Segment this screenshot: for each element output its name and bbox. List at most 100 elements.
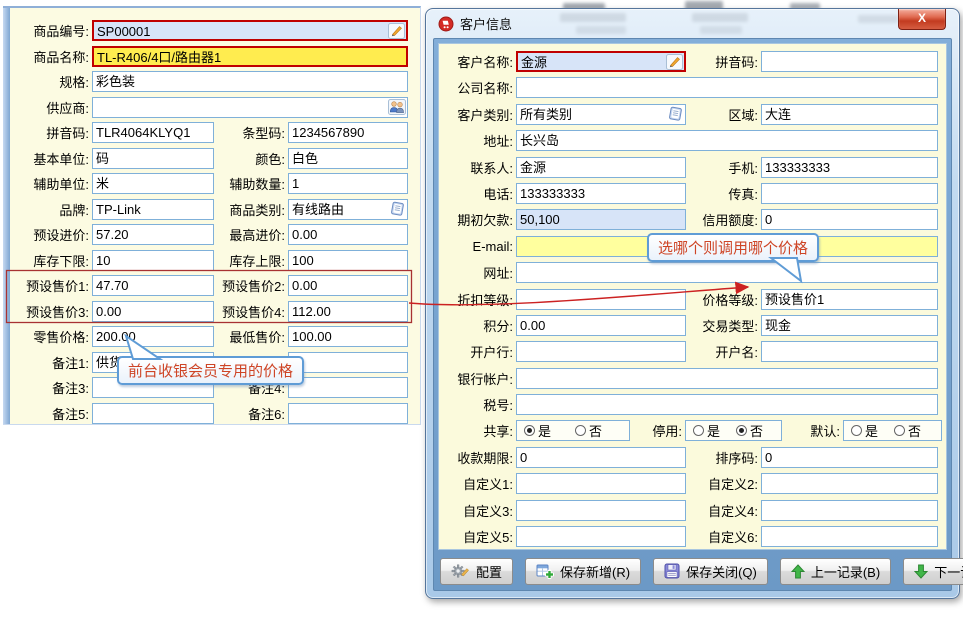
phone-field[interactable]: 133333333: [516, 183, 686, 204]
base-unit-field[interactable]: 码: [92, 148, 214, 169]
product-code-field[interactable]: SP00001: [92, 20, 408, 41]
note-2-field[interactable]: [288, 352, 408, 373]
address-label: 地址:: [441, 131, 516, 150]
preset-price-1-field[interactable]: 47.70: [92, 275, 214, 296]
form-row: 预设售价3:0.00预设售价4:112.00: [19, 301, 420, 322]
preset-price-3-field[interactable]: 0.00: [92, 301, 214, 322]
preset-price-1-value: 47.70: [96, 277, 129, 295]
product-category-field[interactable]: 有线路由: [288, 199, 408, 220]
spec-value: 彩色装: [96, 73, 135, 91]
color-field[interactable]: 白色: [288, 148, 408, 169]
pinyin-code-field[interactable]: [761, 51, 938, 72]
stock-lower-limit-field[interactable]: 10: [92, 250, 214, 271]
form-row: 商品名称:TL-R406/4口/路由器1: [19, 46, 420, 67]
default-radio-no[interactable]: 否: [894, 421, 921, 440]
account-name-field[interactable]: [761, 341, 938, 362]
tax-number-field[interactable]: [516, 394, 938, 415]
discount-level-field[interactable]: [516, 289, 686, 310]
notebook-icon[interactable]: [389, 201, 406, 217]
form-row: 共享:是否停用:是否默认:是否: [441, 420, 946, 441]
website-field[interactable]: [516, 262, 938, 283]
save-close-button[interactable]: 保存关闭(Q): [653, 558, 768, 585]
preset-purchase-price-field[interactable]: 57.20: [92, 224, 214, 245]
custom-4-field[interactable]: [761, 500, 938, 521]
disable-radio-yes[interactable]: 是: [693, 421, 720, 440]
sort-code-field[interactable]: 0: [761, 447, 938, 468]
custom-2-field[interactable]: [761, 473, 938, 494]
customer-name-field[interactable]: 金源: [516, 51, 686, 72]
address-field[interactable]: 长兴岛: [516, 130, 938, 151]
form-row: 收款期限:0排序码:0: [441, 447, 946, 468]
company-name-field[interactable]: [516, 77, 938, 98]
price-level-field[interactable]: 预设售价1: [761, 289, 938, 310]
people-icon[interactable]: [388, 99, 406, 115]
points-field[interactable]: 0.00: [516, 315, 686, 336]
radio-option-label: 是: [538, 421, 551, 440]
prev-record-button[interactable]: 上一记录(B): [780, 558, 891, 585]
notebook-icon[interactable]: [667, 106, 684, 122]
brand-value: TP-Link: [96, 201, 141, 219]
brand-field[interactable]: TP-Link: [92, 199, 214, 220]
edit-icon[interactable]: [666, 54, 683, 70]
mobile-field[interactable]: 133333333: [761, 157, 938, 178]
barcode-field[interactable]: 1234567890: [288, 122, 408, 143]
note-6-field[interactable]: [288, 403, 408, 424]
custom-6-field[interactable]: [761, 526, 938, 547]
bank-account-field[interactable]: [516, 368, 938, 389]
stock-lower-limit-value: 10: [96, 252, 110, 270]
custom-5-field[interactable]: [516, 526, 686, 547]
share-radio-no[interactable]: 否: [575, 421, 602, 440]
customer-category-field[interactable]: 所有类别: [516, 104, 686, 125]
points-label: 积分:: [441, 316, 516, 335]
opening-balance-field[interactable]: 50,100: [516, 209, 686, 230]
edit-icon[interactable]: [388, 23, 405, 39]
credit-limit-label: 信用额度:: [686, 210, 761, 229]
share-radio-yes[interactable]: 是: [524, 421, 551, 440]
save-new-button[interactable]: 保存新增(R): [525, 558, 641, 585]
retail-price-field[interactable]: 200.00: [92, 326, 214, 347]
preset-price-4-field[interactable]: 112.00: [288, 301, 408, 322]
credit-limit-field[interactable]: 0: [761, 209, 938, 230]
form-row: 客户名称:金源拼音码:: [441, 51, 946, 72]
note-5-field[interactable]: [92, 403, 214, 424]
preset-price-2-field[interactable]: 0.00: [288, 275, 408, 296]
contact-person-field[interactable]: 金源: [516, 157, 686, 178]
min-sale-price-field[interactable]: 100.00: [288, 326, 408, 347]
aux-unit-field[interactable]: 米: [92, 173, 214, 194]
custom-3-field[interactable]: [516, 500, 686, 521]
max-purchase-price-field[interactable]: 0.00: [288, 224, 408, 245]
color-label: 颜色:: [214, 149, 288, 168]
supplier-field[interactable]: [92, 97, 408, 118]
email-label: E-mail:: [441, 239, 516, 254]
transaction-type-field[interactable]: 现金: [761, 315, 938, 336]
background-blur-artifact: [692, 13, 748, 22]
dialog-title: 客户信息: [460, 14, 512, 33]
spec-field[interactable]: 彩色装: [92, 71, 408, 92]
form-row: 辅助单位:米辅助数量:1: [19, 173, 420, 194]
min-sale-price-value: 100.00: [292, 328, 332, 346]
payment-period-field[interactable]: 0: [516, 447, 686, 468]
pinyin-code-field[interactable]: TLR4064KLYQ1: [92, 122, 214, 143]
barcode-value: 1234567890: [292, 124, 364, 142]
config-button[interactable]: 配置: [440, 558, 513, 585]
stock-upper-limit-field[interactable]: 100: [288, 250, 408, 271]
background-blur-artifact: [700, 26, 742, 34]
aux-quantity-field[interactable]: 1: [288, 173, 408, 194]
stock-upper-limit-value: 100: [292, 252, 314, 270]
product-code-value: SP00001: [97, 23, 151, 41]
next-record-button[interactable]: 下一记录(N): [903, 558, 963, 585]
close-button[interactable]: X: [898, 9, 946, 30]
fax-field[interactable]: [761, 183, 938, 204]
default-radio-yes[interactable]: 是: [851, 421, 878, 440]
custom-1-field[interactable]: [516, 473, 686, 494]
bank-branch-field[interactable]: [516, 341, 686, 362]
barcode-label: 条型码:: [214, 123, 288, 142]
product-name-field[interactable]: TL-R406/4口/路由器1: [92, 46, 408, 67]
background-blur-artifact: [858, 15, 898, 23]
note-1-label: 备注1:: [19, 353, 92, 372]
disable-radio-no[interactable]: 否: [736, 421, 763, 440]
region-field[interactable]: 大连: [761, 104, 938, 125]
customer-name-label: 客户名称:: [441, 52, 516, 71]
disable-label: 停用:: [630, 421, 685, 440]
note-4-field[interactable]: [288, 377, 408, 398]
